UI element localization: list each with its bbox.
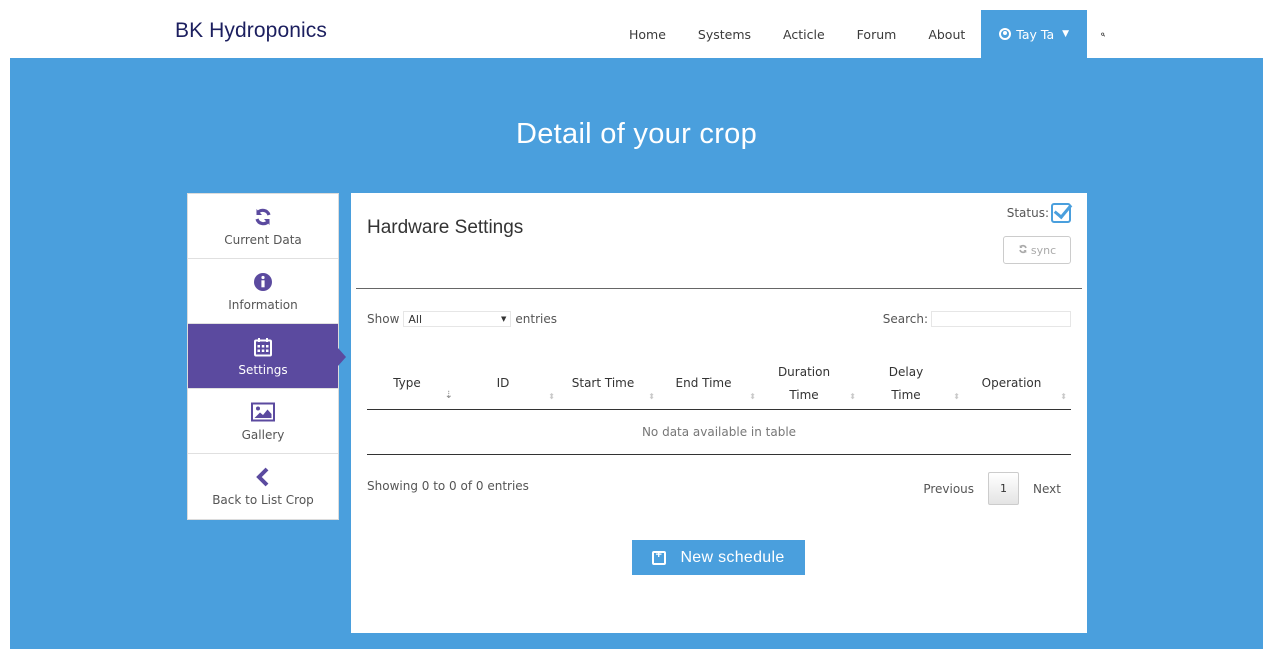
sidebar-item-gallery[interactable]: Gallery: [188, 389, 338, 454]
sidebar-item-label: Current Data: [224, 232, 302, 247]
sidebar-item-back[interactable]: Back to List Crop: [188, 454, 338, 519]
sort-ascending-icon: ⇣: [444, 390, 453, 401]
search-label: Search:: [882, 312, 928, 326]
navbar: BK Hydroponics Home Systems Acticle Foru…: [0, 0, 1263, 58]
panel-title: Hardware Settings: [367, 217, 524, 238]
hardware-settings-panel: Hardware Settings Status: sync Show All …: [351, 193, 1087, 633]
sidebar-item-label: Information: [228, 297, 298, 312]
info-icon: [253, 271, 273, 293]
page-title: Detail of your crop: [515, 118, 758, 150]
table-header: Type ⇣ ID ⬍ Start Time ⬍ End Time ⬍ Dura…: [367, 358, 1071, 410]
previous-page-button[interactable]: Previous: [913, 482, 984, 496]
entries-select[interactable]: All ▼: [403, 311, 512, 327]
column-label: Type: [393, 376, 421, 391]
nav-menu: Home Systems Acticle Forum About Tay Ta …: [613, 10, 1119, 58]
entries-label: entries: [515, 312, 557, 326]
nav-item-about[interactable]: About: [912, 10, 981, 58]
dropdown-arrow-icon: ▼: [501, 315, 507, 323]
show-label: Show: [367, 312, 400, 326]
calendar-plus-icon: [652, 549, 667, 565]
table-empty-row: No data available in table: [367, 410, 1071, 455]
column-header-operation[interactable]: Operation ⬍: [964, 358, 1071, 409]
column-header-duration-time[interactable]: Duration Time ⬍: [760, 358, 860, 409]
sort-icon: ⬍: [849, 392, 856, 401]
image-icon: [251, 401, 275, 423]
user-menu-button[interactable]: Tay Ta ▼: [981, 10, 1088, 58]
table-search: Search:: [883, 311, 1071, 327]
calendar-icon: [253, 336, 273, 358]
sort-icon: ⬍: [548, 392, 555, 401]
next-page-button[interactable]: Next: [1023, 482, 1071, 496]
sync-button[interactable]: sync: [1003, 236, 1071, 264]
status-checkbox[interactable]: [1051, 203, 1071, 223]
sidebar-item-label: Back to List Crop: [212, 493, 314, 507]
chevron-left-icon: [255, 466, 271, 488]
sidebar-item-information[interactable]: Information: [188, 259, 338, 324]
table-info: Showing 0 to 0 of 0 entries: [367, 479, 529, 493]
new-schedule-button[interactable]: New schedule: [632, 540, 805, 575]
column-header-delay-time[interactable]: Delay Time ⬍: [860, 358, 964, 409]
empty-table-message: No data available in table: [641, 425, 797, 439]
sidebar-item-settings[interactable]: Settings: [188, 324, 346, 389]
refresh-icon: [1018, 244, 1028, 257]
nav-item-forum[interactable]: Forum: [841, 10, 913, 58]
nav-item-acticle[interactable]: Acticle: [767, 10, 841, 58]
crop-sidebar: Current Data Information Settings Galler…: [187, 193, 346, 520]
column-label: Delay Time: [888, 364, 924, 402]
column-label: ID: [496, 376, 510, 391]
column-label: End Time: [675, 376, 732, 391]
column-header-id[interactable]: ID ⬍: [459, 358, 559, 409]
pagination: Previous 1 Next: [913, 472, 1071, 505]
column-header-start-time[interactable]: Start Time ⬍: [559, 358, 659, 409]
sidebar-item-current-data[interactable]: Current Data: [188, 194, 338, 259]
user-circle-icon: [999, 28, 1012, 40]
search-icon: [1101, 32, 1106, 37]
refresh-icon: [253, 206, 273, 228]
brand-logo[interactable]: BK Hydroponics: [175, 19, 327, 43]
column-header-end-time[interactable]: End Time ⬍: [659, 358, 760, 409]
sidebar-item-label: Settings: [238, 362, 288, 377]
sidebar-item-label: Gallery: [241, 427, 285, 442]
sort-icon: ⬍: [749, 392, 756, 401]
sort-icon: ⬍: [953, 392, 960, 401]
nav-item-home[interactable]: Home: [613, 10, 682, 58]
column-label: Operation: [981, 376, 1042, 391]
status-label: Status:: [1006, 206, 1049, 220]
schedule-table: Type ⇣ ID ⬍ Start Time ⬍ End Time ⬍ Dura…: [367, 358, 1071, 455]
column-label: Duration Time: [777, 364, 831, 402]
new-schedule-label: New schedule: [680, 548, 785, 566]
sync-label: sync: [1030, 243, 1057, 257]
caret-down-icon: ▼: [1062, 29, 1070, 39]
status-control: Status:: [1007, 203, 1071, 223]
column-header-type[interactable]: Type ⇣: [367, 358, 459, 409]
search-button[interactable]: [1087, 10, 1119, 58]
entries-select-value: All: [408, 312, 423, 326]
user-name: Tay Ta: [1016, 26, 1055, 42]
show-entries-control: Show All ▼ entries: [367, 311, 557, 327]
page-1-button[interactable]: 1: [988, 472, 1020, 505]
search-input[interactable]: [931, 311, 1071, 327]
nav-item-systems[interactable]: Systems: [682, 10, 767, 58]
divider: [356, 288, 1082, 289]
sort-icon: ⬍: [1060, 392, 1067, 401]
sort-icon: ⬍: [648, 392, 655, 401]
column-label: Start Time: [571, 376, 635, 391]
